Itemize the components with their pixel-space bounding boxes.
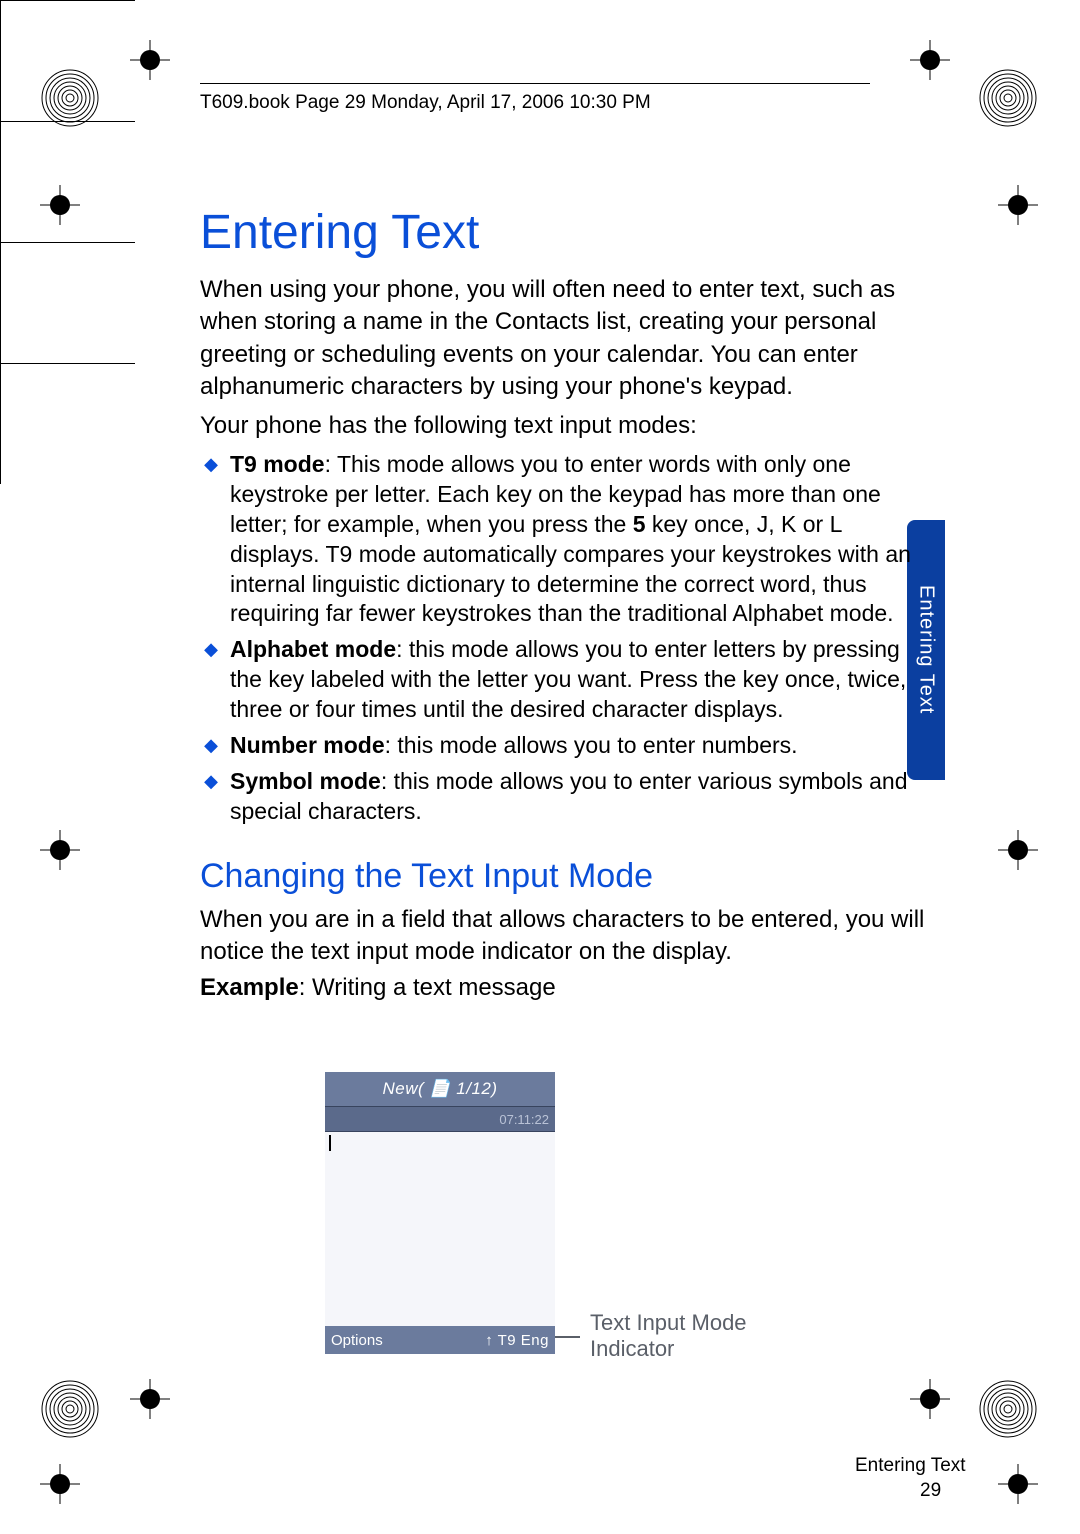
reg-mark-icon <box>40 1464 80 1504</box>
header-rule <box>200 83 870 84</box>
example-rest: : Writing a text message <box>299 974 556 1001</box>
bullet-number: ◆ Number mode: this mode allows you to e… <box>200 731 930 761</box>
running-header: T609.book Page 29 Monday, April 17, 2006… <box>200 92 651 114</box>
intro-paragraph-1: When using your phone, you will often ne… <box>200 274 930 404</box>
reg-mark-icon <box>40 830 80 870</box>
callout-line1: Text Input Mode <box>590 1310 747 1336</box>
intro-paragraph-2: Your phone has the following text input … <box>200 410 930 442</box>
bullet-label: Number mode <box>230 732 385 758</box>
screenshot-softkey-bar: Options ↑ T9 Eng <box>325 1326 555 1354</box>
screenshot-statusbar: 07:11:22 <box>325 1107 555 1132</box>
footer-section-name: Entering Text <box>855 1455 966 1477</box>
mode-bullets: ◆ T9 mode: This mode allows you to enter… <box>200 450 930 827</box>
reg-mark-icon <box>130 40 170 80</box>
diamond-icon: ◆ <box>200 450 222 629</box>
reg-mark-icon <box>40 185 80 225</box>
softkey-left: Options <box>331 1332 383 1349</box>
reg-mark-icon <box>130 1379 170 1419</box>
bullet-t9: ◆ T9 mode: This mode allows you to enter… <box>200 450 930 629</box>
spiral-icon <box>978 68 1038 128</box>
callout-label: Text Input Mode Indicator <box>590 1310 747 1363</box>
diamond-icon: ◆ <box>200 635 222 725</box>
callout-line2: Indicator <box>590 1336 747 1362</box>
screenshot-body <box>325 1132 555 1326</box>
page-content: Entering Text When using your phone, you… <box>200 205 930 1026</box>
bullet-bold-mid: 5 <box>633 511 646 537</box>
diamond-icon: ◆ <box>200 731 222 761</box>
bullet-symbol: ◆ Symbol mode: this mode allows you to e… <box>200 767 930 827</box>
page-title: Entering Text <box>200 205 930 260</box>
bullet-label: Symbol mode <box>230 768 381 794</box>
spiral-icon <box>40 1379 100 1439</box>
footer-page-number: 29 <box>920 1480 941 1502</box>
phone-screenshot: New( 📄 1/12) 07:11:22 Options ↑ T9 Eng <box>325 1072 555 1352</box>
diamond-icon: ◆ <box>200 767 222 827</box>
bullet-label: Alphabet mode <box>230 636 396 662</box>
text-caret-icon <box>329 1135 331 1151</box>
screenshot-titlebar: New( 📄 1/12) <box>325 1072 555 1107</box>
screenshot-status-right: 07:11:22 <box>499 1112 549 1127</box>
bullet-text: : this mode allows you to enter numbers. <box>385 732 798 758</box>
example-label: Example <box>200 974 299 1001</box>
reg-mark-icon <box>998 1464 1038 1504</box>
reg-mark-icon <box>910 1379 950 1419</box>
example-line: Example: Writing a text message <box>200 974 930 1002</box>
bullet-alphabet: ◆ Alphabet mode: this mode allows you to… <box>200 635 930 725</box>
spiral-icon <box>40 68 100 128</box>
section-heading: Changing the Text Input Mode <box>200 857 930 896</box>
reg-mark-icon <box>998 185 1038 225</box>
section-paragraph: When you are in a field that allows char… <box>200 904 930 969</box>
reg-mark-icon <box>910 40 950 80</box>
reg-mark-icon <box>998 830 1038 870</box>
bullet-label: T9 mode <box>230 451 325 477</box>
softkey-right: ↑ T9 Eng <box>485 1332 549 1349</box>
spiral-icon <box>978 1379 1038 1439</box>
callout-leader-line <box>555 1336 580 1338</box>
